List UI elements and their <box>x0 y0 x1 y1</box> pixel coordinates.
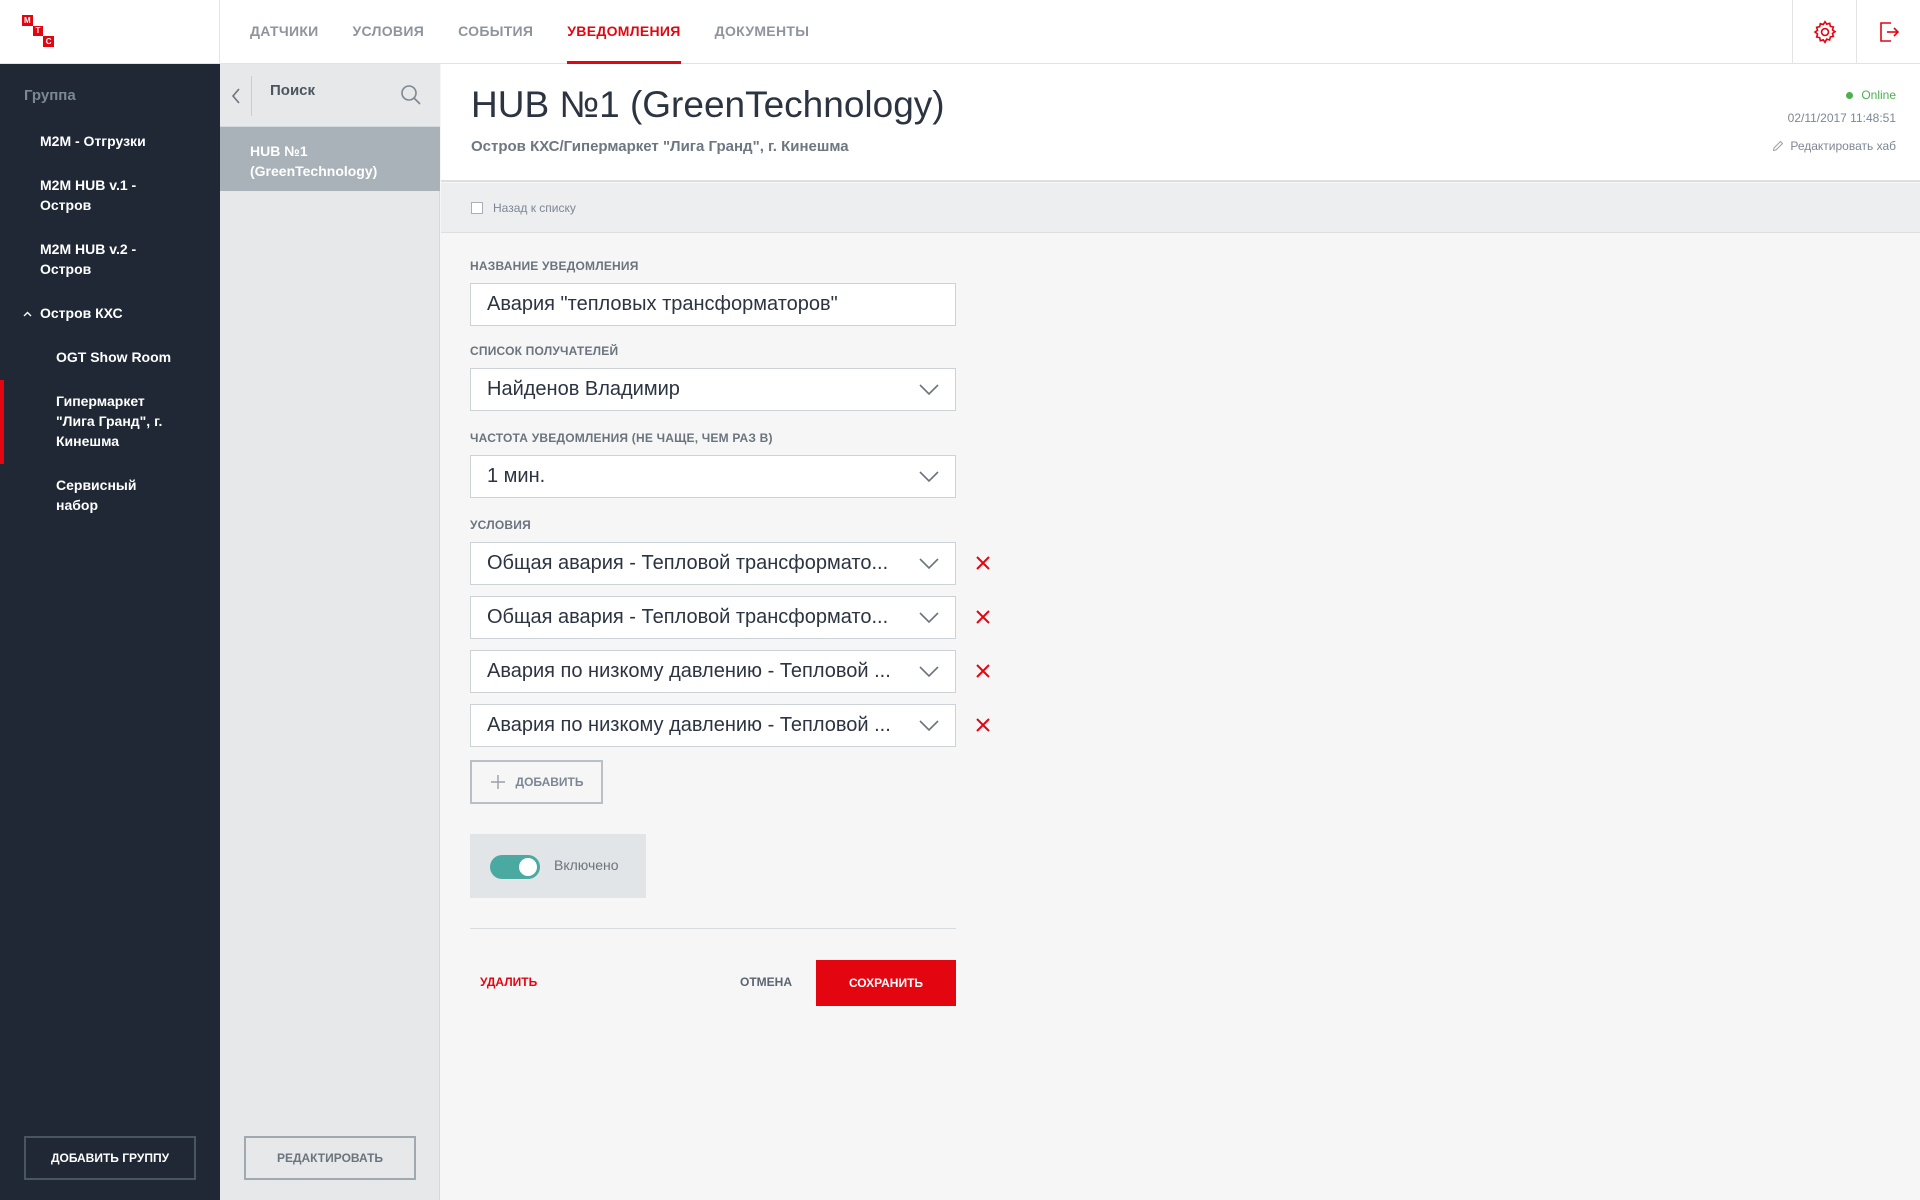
condition-value: Авария по низкому давлению - Тепловой ..… <box>487 714 891 736</box>
chevron-down-icon <box>919 470 939 482</box>
collapse-button[interactable] <box>220 76 252 116</box>
hub-search-input[interactable] <box>270 82 390 99</box>
condition-value: Общая авария - Тепловой трансформато... <box>487 606 889 628</box>
chevron-up-icon[interactable] <box>23 311 32 317</box>
top-bar: М Т С ДАТЧИКИ УСЛОВИЯ СОБЫТИЯ УВЕДОМЛЕНИ… <box>0 0 1920 64</box>
chevron-left-icon <box>231 88 240 104</box>
add-condition-button[interactable]: ДОБАВИТЬ <box>470 760 603 804</box>
delete-button[interactable]: УДАЛИТЬ <box>470 960 550 1004</box>
logout-button[interactable] <box>1856 0 1920 64</box>
toggle-knob <box>519 858 537 876</box>
edit-hub-label: Редактировать хаб <box>1790 139 1896 153</box>
conditions-label: УСЛОВИЯ <box>470 518 531 532</box>
chevron-down-icon <box>919 557 939 569</box>
sidebar-item-ostrov-khs[interactable]: Остров КХС <box>40 303 123 323</box>
sidebar-item-ogt-show-room[interactable]: OGT Show Room <box>56 347 171 367</box>
enabled-toggle[interactable] <box>490 855 540 879</box>
back-to-list-label: Назад к списку <box>493 201 576 215</box>
remove-condition-icon[interactable] <box>974 554 992 572</box>
tab-conditions[interactable]: УСЛОВИЯ <box>353 0 425 64</box>
sidebar-item-m2m-hub-v2[interactable]: M2M HUB v.2 - Остров <box>40 239 160 279</box>
tab-documents[interactable]: ДОКУМЕНТЫ <box>715 0 810 64</box>
edit-hub-link[interactable]: Редактировать хаб <box>1772 139 1896 153</box>
chevron-down-icon <box>919 611 939 623</box>
tab-sensors[interactable]: ДАТЧИКИ <box>250 0 319 64</box>
mts-logo[interactable]: М Т С <box>22 15 54 47</box>
sidebar-item-liga-grand[interactable]: Гипермаркет "Лига Гранд", г. Кинешма <box>56 391 176 451</box>
edit-hubs-button[interactable]: РЕДАКТИРОВАТЬ <box>244 1136 416 1180</box>
hub-search-bar <box>220 64 440 127</box>
hub-list-panel: HUB №1 (GreenTechnology) РЕДАКТИРОВАТЬ <box>220 64 440 1200</box>
remove-condition-icon[interactable] <box>974 662 992 680</box>
chevron-down-icon <box>919 665 939 677</box>
save-button[interactable]: СОХРАНИТЬ <box>816 960 956 1006</box>
add-condition-label: ДОБАВИТЬ <box>515 775 584 789</box>
status-dot-icon <box>1846 91 1854 99</box>
enabled-toggle-box: Включено <box>470 834 646 898</box>
frequency-value: 1 мин. <box>487 465 546 487</box>
back-bar: Назад к списку <box>441 183 1920 233</box>
pencil-icon <box>1773 140 1784 152</box>
tab-notifications[interactable]: УВЕДОМЛЕНИЯ <box>567 0 681 64</box>
remove-condition-icon[interactable] <box>974 608 992 626</box>
gear-icon <box>1813 20 1836 44</box>
notification-name-input[interactable] <box>470 283 956 326</box>
condition-select[interactable]: Авария по низкому давлению - Тепловой ..… <box>470 704 956 747</box>
search-icon[interactable] <box>400 84 422 106</box>
sidebar-item-m2m-shipments[interactable]: M2M - Отгрузки <box>40 131 190 151</box>
status-timestamp: 02/11/2017 11:48:51 <box>1787 111 1896 125</box>
hub-header: HUB №1 (GreenTechnology) Остров КХС/Гипе… <box>441 64 1920 182</box>
page-title: HUB №1 (GreenTechnology) <box>471 84 945 125</box>
chevron-down-icon <box>919 719 939 731</box>
plus-icon <box>490 775 505 789</box>
notification-name-label: НАЗВАНИЕ УВЕДОМЛЕНИЯ <box>470 259 639 273</box>
main-nav: ДАТЧИКИ УСЛОВИЯ СОБЫТИЯ УВЕДОМЛЕНИЯ ДОКУ… <box>250 0 809 64</box>
cancel-button[interactable]: ОТМЕНА <box>728 960 804 1004</box>
logout-icon <box>1879 22 1899 42</box>
form-divider <box>470 928 956 929</box>
chevron-down-icon <box>919 383 939 395</box>
hub-list-item[interactable]: HUB №1 (GreenTechnology) <box>220 127 440 191</box>
frequency-select[interactable]: 1 мин. <box>470 455 956 498</box>
frequency-label: ЧАСТОТА УВЕДОМЛЕНИЯ (НЕ ЧАЩЕ, ЧЕМ РАЗ В) <box>470 431 773 445</box>
status-badge: Online <box>1846 88 1896 102</box>
condition-select[interactable]: Авария по низкому давлению - Тепловой ..… <box>470 650 956 693</box>
recipients-label: СПИСОК ПОЛУЧАТЕЛЕЙ <box>470 344 619 358</box>
group-sidebar: Группа M2M - Отгрузки M2M HUB v.1 - Остр… <box>0 64 220 1200</box>
condition-value: Авария по низкому давлению - Тепловой ..… <box>487 660 891 682</box>
recipients-select[interactable]: Найденов Владимир <box>470 368 956 411</box>
enabled-label: Включено <box>554 857 619 873</box>
condition-select[interactable]: Общая авария - Тепловой трансформато... <box>470 542 956 585</box>
sidebar-active-indicator <box>0 380 4 464</box>
sidebar-item-service-kit[interactable]: Сервисный набор <box>56 475 156 515</box>
settings-button[interactable] <box>1792 0 1856 64</box>
back-checkbox-icon <box>471 202 483 214</box>
tab-events[interactable]: СОБЫТИЯ <box>458 0 533 64</box>
condition-value: Общая авария - Тепловой трансформато... <box>487 552 889 574</box>
add-group-button[interactable]: ДОБАВИТЬ ГРУППУ <box>24 1136 196 1180</box>
sidebar-title: Группа <box>24 87 76 104</box>
remove-condition-icon[interactable] <box>974 716 992 734</box>
status-text: Online <box>1861 88 1896 102</box>
hub-location: Остров КХС/Гипермаркет "Лига Гранд", г. … <box>471 138 849 155</box>
sidebar-item-m2m-hub-v1[interactable]: M2M HUB v.1 - Остров <box>40 175 160 215</box>
recipients-value: Найденов Владимир <box>487 378 680 400</box>
logo-cell: М Т С <box>0 0 220 64</box>
condition-select[interactable]: Общая авария - Тепловой трансформато... <box>470 596 956 639</box>
back-to-list-link[interactable]: Назад к списку <box>471 201 576 215</box>
